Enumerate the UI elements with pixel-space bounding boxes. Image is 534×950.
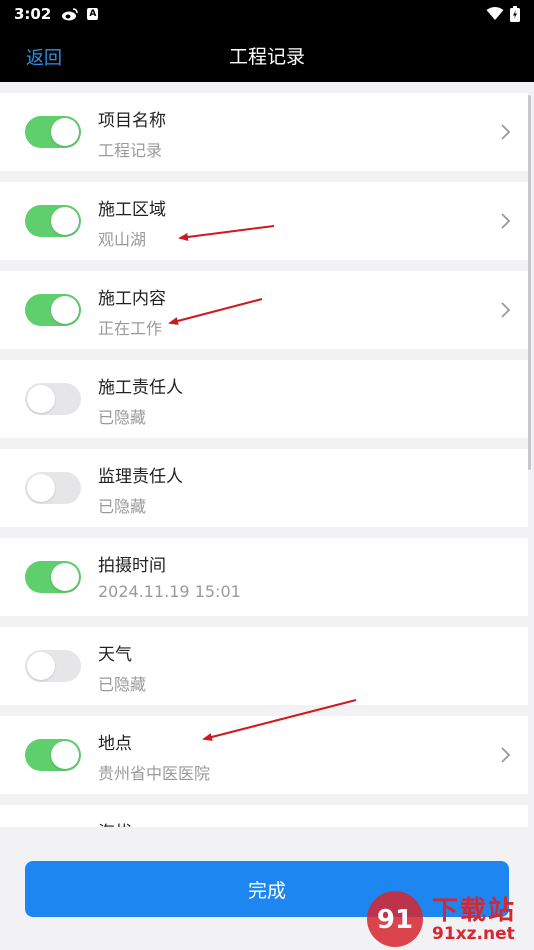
status-time: 3:02 xyxy=(14,5,52,23)
scrollbar[interactable] xyxy=(528,95,531,470)
page-title: 工程记录 xyxy=(228,45,305,68)
toggle-knob xyxy=(27,474,55,502)
chevron-right-icon[interactable] xyxy=(500,211,512,231)
list-item-project-name[interactable]: 项目名称 工程记录 xyxy=(0,93,528,171)
list-item-construction-content[interactable]: 施工内容 正在工作 xyxy=(0,271,528,349)
item-title: 海拔 xyxy=(98,818,132,827)
status-bar: 3:02 A xyxy=(0,0,534,28)
item-value: 已隐藏 xyxy=(98,675,147,694)
item-value: 已隐藏 xyxy=(98,408,147,427)
chevron-right-icon[interactable] xyxy=(500,300,512,320)
toggle-knob xyxy=(51,741,79,769)
item-title: 地点 xyxy=(98,734,132,754)
list-item-weather[interactable]: 天气 已隐藏 xyxy=(0,627,528,705)
weibo-icon xyxy=(62,8,79,21)
toggle-knob xyxy=(27,385,55,413)
toggle-knob xyxy=(51,296,79,324)
item-title: 拍摄时间 xyxy=(98,556,166,576)
item-value: 观山湖 xyxy=(98,230,147,249)
visibility-toggle[interactable] xyxy=(25,116,81,148)
status-right-icons xyxy=(486,6,520,22)
item-value: 正在工作 xyxy=(98,319,163,338)
item-value: 2024.11.19 15:01 xyxy=(98,582,241,601)
visibility-toggle[interactable] xyxy=(25,294,81,326)
chevron-right-icon[interactable] xyxy=(500,122,512,142)
watermark-url: 91xz.net xyxy=(432,924,515,944)
toggle-knob xyxy=(27,652,55,680)
site-watermark: 91 下载站 91xz.net xyxy=(364,888,534,950)
toggle-knob xyxy=(51,118,79,146)
item-title: 施工内容 xyxy=(98,289,166,309)
svg-text:91: 91 xyxy=(377,905,413,935)
list-item-construction-area[interactable]: 施工区域 观山湖 xyxy=(0,182,528,260)
list-item-altitude[interactable]: 海拔 xyxy=(0,805,528,827)
toggle-knob xyxy=(51,207,79,235)
item-title: 施工责任人 xyxy=(98,378,183,398)
battery-icon xyxy=(510,6,520,22)
item-value: 工程记录 xyxy=(98,141,163,160)
item-title: 监理责任人 xyxy=(98,467,183,487)
a-notification-icon: A xyxy=(87,8,99,20)
list-item-supervisor[interactable]: 监理责任人 已隐藏 xyxy=(0,449,528,527)
item-title: 施工区域 xyxy=(98,200,166,220)
visibility-toggle[interactable] xyxy=(25,650,81,682)
item-title: 天气 xyxy=(98,645,132,665)
item-value: 已隐藏 xyxy=(98,497,147,516)
visibility-toggle[interactable] xyxy=(25,205,81,237)
list-item-construction-manager[interactable]: 施工责任人 已隐藏 xyxy=(0,360,528,438)
watermark-logo-icon: 91 xyxy=(367,891,423,947)
visibility-toggle[interactable] xyxy=(25,383,81,415)
wifi-icon xyxy=(486,7,504,20)
visibility-toggle[interactable] xyxy=(25,561,81,593)
item-value: 贵州省中医医院 xyxy=(98,764,211,783)
status-notification-icons: A xyxy=(61,7,99,21)
list-item-location[interactable]: 地点 贵州省中医医院 xyxy=(0,716,528,794)
back-button[interactable]: 返回 xyxy=(26,44,62,70)
toggle-knob xyxy=(51,563,79,591)
nav-bar: 返回 工程记录 xyxy=(0,28,534,82)
chevron-right-icon[interactable] xyxy=(500,745,512,765)
field-settings-list: 项目名称 工程记录 施工区域 观山湖 施工内容 正在工作 施工责任人 已隐藏 监… xyxy=(0,82,534,827)
item-title: 项目名称 xyxy=(98,111,166,131)
visibility-toggle[interactable] xyxy=(25,472,81,504)
list-item-capture-time[interactable]: 拍摄时间 2024.11.19 15:01 xyxy=(0,538,528,616)
watermark-title: 下载站 xyxy=(432,896,517,926)
visibility-toggle[interactable] xyxy=(25,739,81,771)
